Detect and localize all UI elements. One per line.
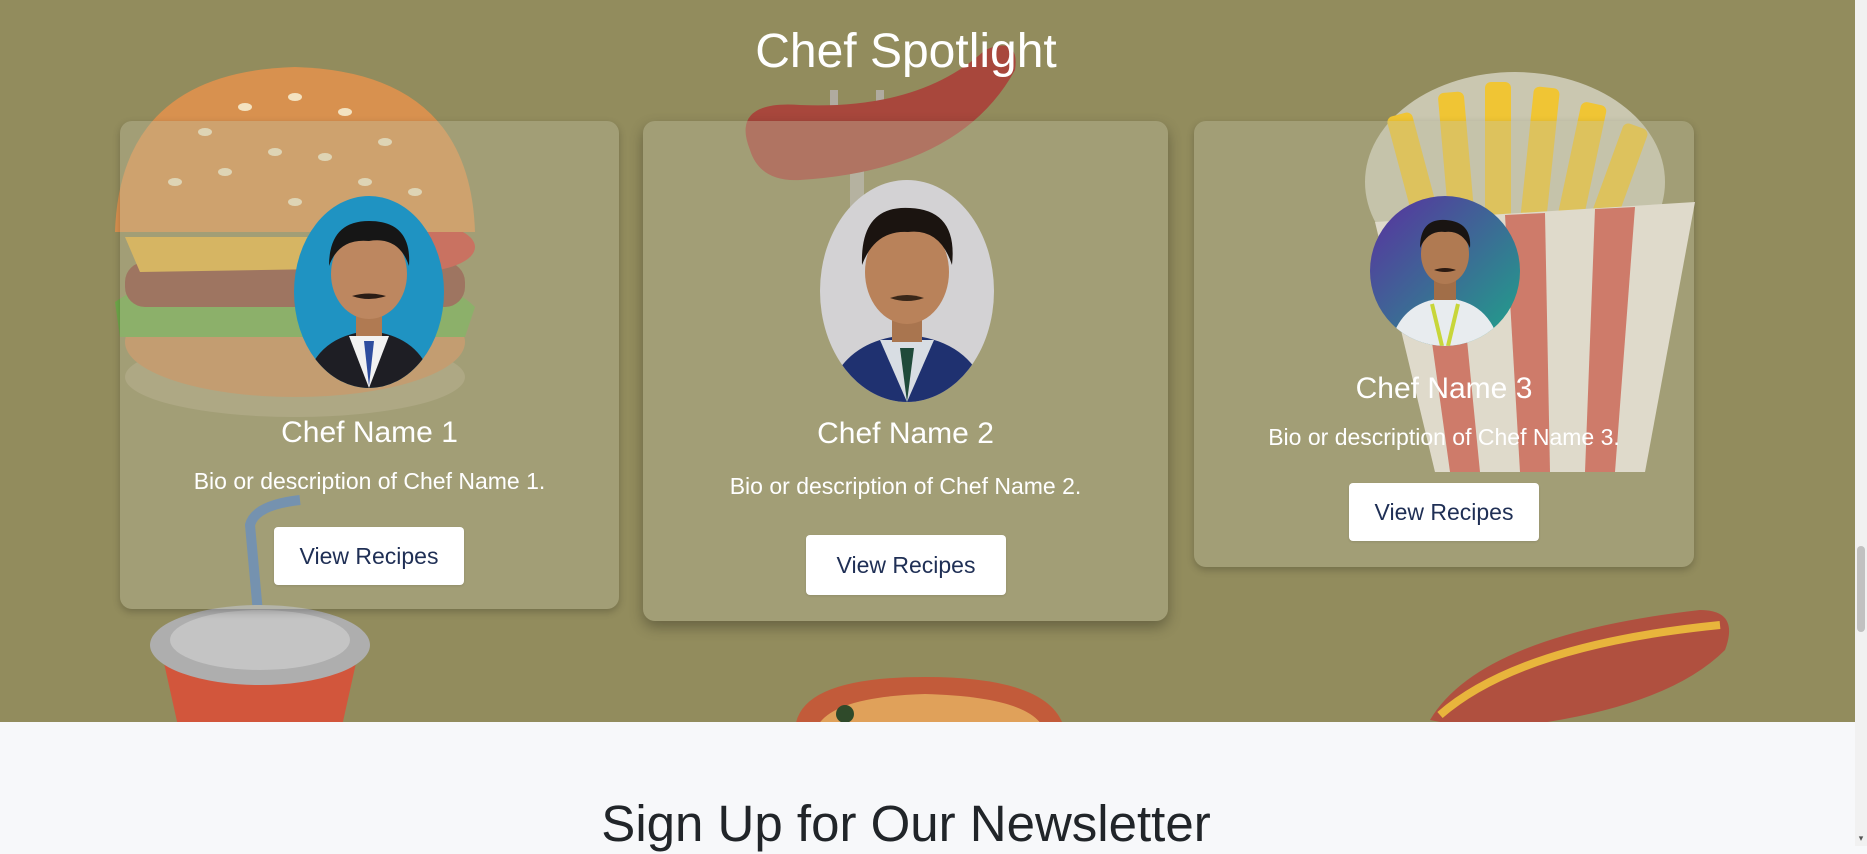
view-recipes-button-3[interactable]: View Recipes — [1349, 483, 1539, 541]
hotdog-illustration — [1430, 610, 1729, 722]
chef-bio-1: Bio or description of Chef Name 1. — [193, 468, 546, 494]
chef-spotlight-section: Chef Spotlight Chef Name 1 Bio or descri… — [0, 0, 1855, 722]
chef-card-3: Chef Name 3 Bio or description of Chef N… — [1194, 121, 1694, 567]
view-recipes-button-2[interactable]: View Recipes — [806, 535, 1006, 595]
scroll-down-arrow-icon[interactable]: ▾ — [1855, 832, 1867, 844]
vertical-scrollbar[interactable]: ▾ — [1855, 0, 1867, 846]
newsletter-title: Sign Up for Our Newsletter — [601, 795, 1211, 852]
chef-avatar-1 — [294, 196, 444, 388]
chef-card-2: Chef Name 2 Bio or description of Chef N… — [643, 121, 1168, 621]
view-recipes-button-1[interactable]: View Recipes — [274, 527, 464, 585]
chef-card-1: Chef Name 1 Bio or description of Chef N… — [120, 121, 619, 609]
scrollbar-thumb[interactable] — [1857, 546, 1865, 632]
chef-name-1: Chef Name 1 — [281, 416, 458, 449]
chef-bio-2: Bio or description of Chef Name 2. — [729, 473, 1082, 499]
chef-name-3: Chef Name 3 — [1355, 372, 1533, 405]
chef-avatar-3 — [1370, 196, 1520, 346]
pizza-illustration — [796, 677, 1062, 722]
chef-bio-3: Bio or description of Chef Name 3. — [1268, 424, 1620, 450]
chef-avatar-2 — [820, 180, 994, 402]
chef-name-2: Chef Name 2 — [817, 417, 994, 450]
section-title: Chef Spotlight — [755, 25, 1057, 78]
